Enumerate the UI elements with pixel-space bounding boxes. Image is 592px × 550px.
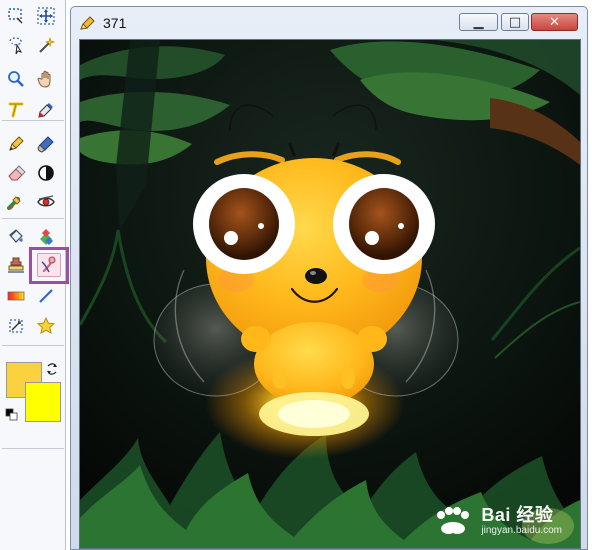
recolor-tool[interactable] <box>34 225 58 249</box>
pan-tool[interactable] <box>34 67 58 91</box>
swap-colors-icon[interactable] <box>45 362 59 376</box>
text-icon <box>8 102 24 118</box>
retouch-tool[interactable] <box>37 253 61 277</box>
toolbox-separator <box>2 218 64 219</box>
minimize-icon: ▁ <box>473 14 484 30</box>
smudge-icon <box>7 196 21 210</box>
pencil-tool[interactable] <box>4 132 28 156</box>
magic-wand-tool[interactable] <box>34 33 58 57</box>
hand-icon <box>37 70 51 88</box>
title-bar: 371 ▁ □ ✕ <box>71 7 587 39</box>
window-title: 371 <box>103 15 127 31</box>
lasso-select-tool[interactable] <box>4 33 28 57</box>
pencil-title-icon <box>80 16 95 30</box>
recolor-icon <box>40 229 53 245</box>
close-icon: ✕ <box>549 14 560 30</box>
maximize-icon: □ <box>508 14 522 30</box>
firefly-bee-image[interactable] <box>80 40 580 548</box>
toolbox <box>0 0 69 550</box>
rectangle-select-icon <box>8 8 23 24</box>
text-tool[interactable] <box>4 98 28 122</box>
watermark-text-group: Bai 经验 jingyan.baidu.com <box>481 506 562 536</box>
gradient-tool[interactable] <box>4 284 28 308</box>
contrast-tool[interactable] <box>34 161 58 185</box>
magic-wand-icon <box>39 36 56 53</box>
watermark-main-text: Bai 经验 <box>481 505 554 525</box>
red-eye-tool[interactable] <box>34 190 58 214</box>
move-icon <box>37 7 55 25</box>
eyedropper-icon <box>38 103 53 118</box>
bucket-tool[interactable] <box>4 225 28 249</box>
toolbox-separator <box>2 345 64 346</box>
zoom-tool[interactable] <box>4 67 28 91</box>
image-window: 371 ▁ □ ✕ Bai 经验 jingyan.baidu.com <box>70 6 588 550</box>
line-tool[interactable] <box>34 284 58 308</box>
brush-icon <box>37 136 54 153</box>
eye-icon <box>37 195 55 207</box>
line-icon <box>39 289 53 303</box>
toolbox-separator <box>2 448 64 449</box>
shape-tool[interactable] <box>34 314 58 338</box>
color-selector <box>0 356 66 432</box>
gradient-icon <box>7 291 25 301</box>
transform-tool[interactable] <box>4 314 28 338</box>
contrast-icon <box>38 165 54 181</box>
secondary-color-swatch[interactable] <box>25 382 61 422</box>
paint-app: 371 ▁ □ ✕ Bai 经验 jingyan.baidu.com <box>0 0 592 550</box>
canvas-area[interactable]: Bai 经验 jingyan.baidu.com <box>79 39 581 549</box>
baidu-paw-logo <box>437 507 470 534</box>
maximize-button[interactable]: □ <box>501 13 529 31</box>
retouch-icon <box>41 256 56 273</box>
lasso-icon <box>9 37 23 55</box>
zoom-icon <box>8 71 24 87</box>
brush-tool[interactable] <box>34 132 58 156</box>
eraser-tool[interactable] <box>4 161 28 185</box>
watermark-sub-text: jingyan.baidu.com <box>481 525 562 536</box>
minimize-button[interactable]: ▁ <box>459 13 498 31</box>
color-picker-tool[interactable] <box>34 98 58 122</box>
clone-stamp-icon <box>8 257 24 273</box>
smudge-tool[interactable] <box>4 190 28 214</box>
star-icon <box>36 316 56 334</box>
reset-colors-icon[interactable] <box>5 408 19 422</box>
clone-stamp-tool[interactable] <box>4 253 28 277</box>
paint-bucket-icon <box>9 229 23 243</box>
watermark: Bai 经验 jingyan.baidu.com <box>431 506 562 536</box>
select-rect-tool[interactable] <box>4 4 28 28</box>
eraser-icon <box>8 165 26 181</box>
transform-icon <box>9 319 23 333</box>
pencil-icon <box>9 136 24 151</box>
close-button[interactable]: ✕ <box>531 13 578 31</box>
move-selection-tool[interactable] <box>34 4 58 28</box>
